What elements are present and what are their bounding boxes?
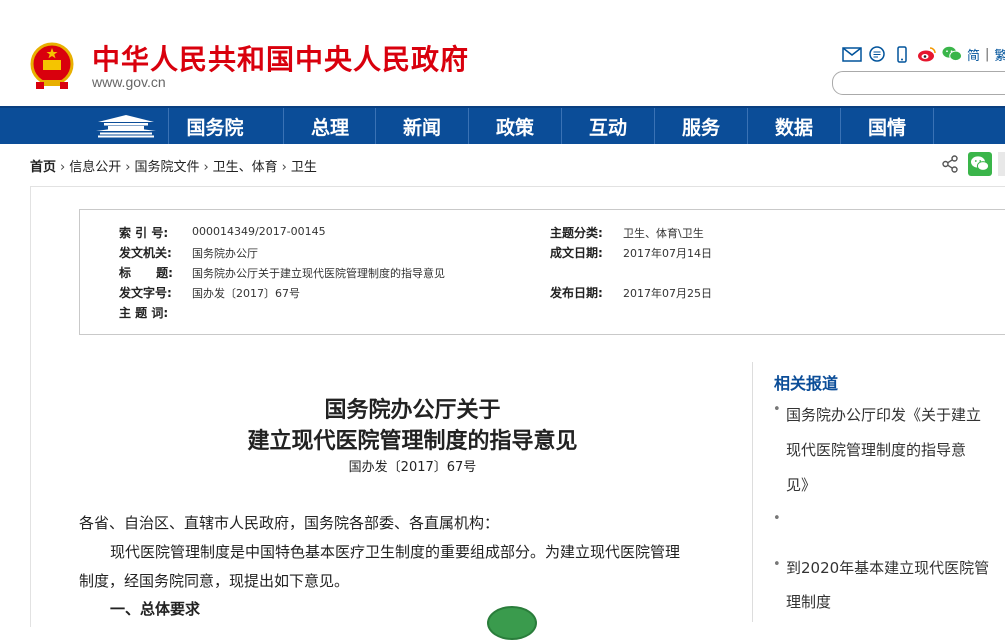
- national-emblem-icon[interactable]: [30, 42, 74, 90]
- bullet-icon: •: [773, 511, 781, 526]
- article-section-heading: 一、总体要求: [110, 600, 201, 618]
- chat-icon[interactable]: [867, 45, 887, 63]
- nav-item-national-info[interactable]: 国情: [840, 108, 934, 144]
- wechat-icon[interactable]: [942, 45, 962, 63]
- breadcrumb-chevron-icon: ›: [203, 160, 209, 175]
- breadcrumb-chevron-icon: ›: [125, 160, 131, 175]
- related-item-line[interactable]: 到2020年基本建立现代医院管: [786, 550, 1001, 586]
- meta-docno-value: 国办发〔2017〕67号: [192, 287, 300, 300]
- article-paragraph-line: 制度，经国务院同意，现提出如下意见。: [79, 572, 350, 590]
- meta-topic-value: 卫生、体育\卫生: [623, 227, 704, 240]
- breadcrumb-health-sports[interactable]: 卫生、体育: [213, 160, 278, 175]
- article-title-line2: 建立现代医院管理制度的指导意见: [247, 428, 578, 454]
- meta-title-value: 国务院办公厅关于建立现代医院管理制度的指导意见: [192, 267, 445, 280]
- traditional-link[interactable]: 繁: [994, 45, 1005, 64]
- nav-item-policy[interactable]: 政策: [468, 108, 561, 144]
- simplified-link[interactable]: 简: [967, 45, 980, 64]
- related-item-line[interactable]: 现代医院管理制度的指导意: [786, 432, 1001, 468]
- meta-published-date-value: 2017年07月25日: [623, 287, 712, 300]
- weibo-icon[interactable]: [917, 45, 937, 63]
- meta-topic-label: 主题分类:: [550, 226, 603, 240]
- official-seal-icon: [487, 606, 537, 640]
- nav-item-interaction[interactable]: 互动: [561, 108, 654, 144]
- sidebar-divider: [752, 362, 753, 622]
- meta-docno-label: 发文字号:: [119, 286, 172, 300]
- search-input[interactable]: [832, 71, 1005, 95]
- nav-item-data[interactable]: 数据: [747, 108, 840, 144]
- nav-item-state-council[interactable]: 国务院: [168, 108, 261, 144]
- meta-written-date-value: 2017年07月14日: [623, 247, 712, 260]
- main-nav: 国务院 总理 新闻 政策 互动 服务 数据 国情: [0, 106, 1005, 144]
- lang-separator: |: [985, 46, 990, 62]
- tiananmen-icon: [96, 115, 156, 138]
- article-title-line1: 国务院办公厅关于: [324, 397, 501, 423]
- article-doc-number: 国办发〔2017〕67号: [348, 460, 477, 475]
- related-reports-title: 相关报道: [774, 374, 839, 393]
- meta-written-date-label: 成文日期:: [550, 246, 603, 260]
- site-header: 中华人民共和国中央人民政府 www.gov.cn 简 | 繁: [0, 0, 1005, 106]
- top-links: 简 | 繁: [842, 44, 1005, 64]
- share-button-edge[interactable]: [998, 152, 1005, 176]
- breadcrumb-info-disclosure[interactable]: 信息公开: [69, 160, 121, 175]
- meta-published-date-label: 发布日期:: [550, 286, 603, 300]
- mobile-icon[interactable]: [892, 45, 912, 63]
- bullet-icon: •: [773, 557, 781, 572]
- related-item-line[interactable]: 见》: [786, 467, 1001, 503]
- article-paragraph-line: 现代医院管理制度是中国特色基本医疗卫生制度的重要组成部分。为建立现代医院管理: [110, 543, 681, 561]
- meta-index-value: 000014349/2017-00145: [192, 225, 326, 238]
- related-item-line[interactable]: 理制度: [786, 584, 1001, 620]
- meta-issuer-value: 国务院办公厅: [192, 247, 258, 260]
- breadcrumb-chevron-icon: ›: [60, 160, 66, 175]
- share-icon[interactable]: [942, 155, 958, 173]
- nav-item-news[interactable]: 新闻: [375, 108, 468, 144]
- related-item-line[interactable]: 国务院办公厅印发《关于建立: [786, 397, 1001, 433]
- nav-item-premier[interactable]: 总理: [283, 108, 376, 144]
- breadcrumb-chevron-icon: ›: [281, 160, 287, 175]
- wechat-share-button[interactable]: [968, 152, 992, 176]
- breadcrumb: 首页 › 信息公开 › 国务院文件 › 卫生、体育 › 卫生: [30, 156, 317, 175]
- bullet-icon: •: [773, 402, 781, 417]
- document-metadata-table: 索 引 号: 000014349/2017-00145 发文机关: 国务院办公厅…: [79, 209, 1005, 335]
- meta-keywords-label: 主 题 词:: [119, 306, 169, 320]
- nav-item-services[interactable]: 服务: [654, 108, 747, 144]
- meta-title-label: 标 题:: [119, 266, 173, 280]
- site-url: www.gov.cn: [92, 74, 166, 90]
- nav-home-button[interactable]: [84, 108, 168, 144]
- breadcrumb-health[interactable]: 卫生: [291, 160, 317, 175]
- breadcrumb-state-council-docs[interactable]: 国务院文件: [134, 160, 199, 175]
- wechat-share-icon: [971, 156, 990, 171]
- breadcrumb-home[interactable]: 首页: [30, 160, 56, 175]
- site-title[interactable]: 中华人民共和国中央人民政府: [92, 38, 469, 78]
- meta-issuer-label: 发文机关:: [119, 246, 172, 260]
- meta-index-label: 索 引 号:: [119, 226, 169, 240]
- mail-icon[interactable]: [842, 45, 862, 63]
- article-salutation: 各省、自治区、直辖市人民政府，国务院各部委、各直属机构：: [79, 514, 500, 532]
